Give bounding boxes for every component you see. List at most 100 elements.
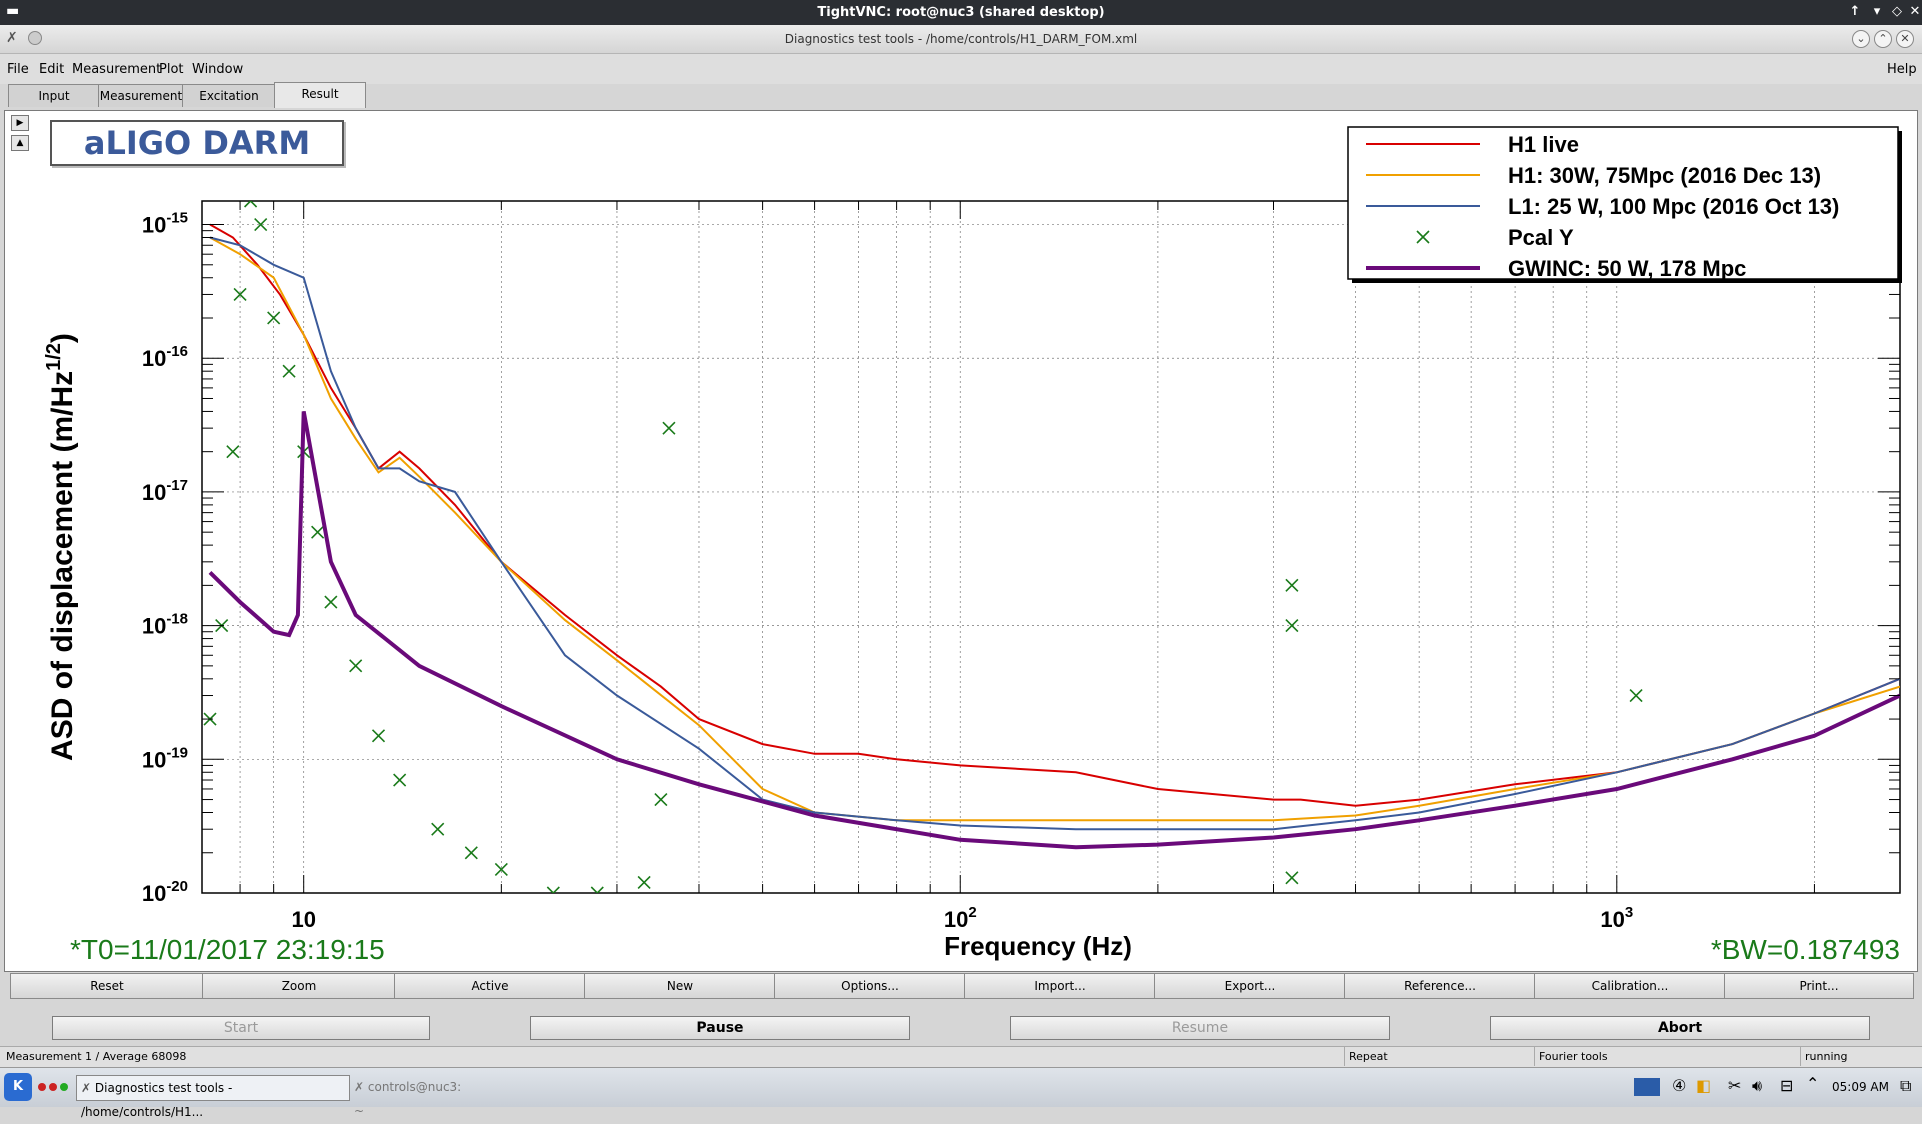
plot-grid xyxy=(201,201,1900,894)
desktop-pager-icon[interactable] xyxy=(1634,1078,1660,1096)
y-tick-label: 10-16 xyxy=(142,343,188,371)
menu-edit[interactable]: Edit xyxy=(39,62,64,77)
pcal-marker xyxy=(1285,871,1299,885)
y-tick-label: 10-20 xyxy=(142,878,188,906)
legend-label: Pcal Y xyxy=(1508,225,1574,250)
export-button[interactable]: Export... xyxy=(1154,973,1346,999)
red-dot-icon[interactable] xyxy=(38,1083,46,1091)
collapse-up-icon[interactable]: ▲ xyxy=(11,135,29,151)
pause-button[interactable]: Pause xyxy=(530,1016,910,1040)
taskbar-item-label: Diagnostics test tools - /home/controls/… xyxy=(81,1081,233,1119)
series-line-gwinc-50-w-178-mpc xyxy=(208,411,1900,850)
tools-icon: ✗ xyxy=(354,1080,365,1094)
pcal-marker xyxy=(393,773,407,787)
active-button[interactable]: Active xyxy=(394,973,586,999)
vnc-window-title: TightVNC: root@nuc3 (shared desktop) xyxy=(817,5,1105,20)
pcal-marker xyxy=(431,822,445,836)
plot-axes: 10 102 103 10-15 10-16 10-17 10-18 10-19 10-20 xyxy=(142,201,1900,932)
pcal-marker xyxy=(349,659,363,673)
series-line-h1-30w-75mpc-2016-dec-13 xyxy=(209,236,1900,822)
vnc-minimize-icon[interactable]: ▾ xyxy=(1868,3,1886,21)
chevron-up-icon[interactable]: ⌃ xyxy=(1806,1074,1819,1093)
scissors-icon[interactable]: ✂ xyxy=(1728,1076,1741,1095)
status-fourier: Fourier tools xyxy=(1534,1047,1608,1066)
pcal-marker xyxy=(254,217,268,232)
pcal-marker xyxy=(233,287,247,302)
x-tick-label: 102 xyxy=(944,904,977,932)
x-tick-label: 10 xyxy=(291,907,315,932)
plot-toolbar: Reset Zoom Active New Options... Import.… xyxy=(6,973,1916,999)
series-line-l1-25-w-100-mpc-2016-oct-13 xyxy=(209,236,1900,831)
pcal-marker xyxy=(494,862,508,877)
abort-button[interactable]: Abort xyxy=(1490,1016,1870,1040)
pcal-marker xyxy=(637,875,651,889)
volume-icon[interactable]: 🔊︎ xyxy=(1752,1076,1762,1096)
tools-icon: ✗ xyxy=(81,1081,92,1095)
updates-icon[interactable]: ④ xyxy=(1672,1076,1686,1095)
options-button[interactable]: Options... xyxy=(774,973,966,999)
reference-button[interactable]: Reference... xyxy=(1344,973,1536,999)
legend-label: L1: 25 W, 100 Mpc (2016 Oct 13) xyxy=(1508,194,1839,219)
menu-file[interactable]: File xyxy=(7,62,29,77)
import-button[interactable]: Import... xyxy=(964,973,1156,999)
clipboard-icon[interactable]: ◧ xyxy=(1696,1076,1711,1095)
desktop-icon[interactable]: ⧉ xyxy=(1900,1076,1911,1096)
tab-result[interactable]: Result xyxy=(274,82,366,108)
print-button[interactable]: Print... xyxy=(1724,973,1914,999)
vnc-close-icon[interactable]: ✕ xyxy=(1906,3,1922,21)
y-tick-label: 10-19 xyxy=(142,744,188,772)
tab-excitation[interactable]: Excitation xyxy=(182,84,276,107)
y-tick-label: 10-17 xyxy=(142,477,188,505)
close-icon[interactable]: ✕ xyxy=(1896,30,1914,48)
menu-measurement[interactable]: Measurement xyxy=(72,62,161,77)
pcal-marker xyxy=(1285,578,1299,592)
app-window-title: Diagnostics test tools - /home/controls/… xyxy=(784,32,1138,46)
series-line-h1-live xyxy=(209,223,1900,807)
plot-series xyxy=(203,201,1900,893)
status-repeat: Repeat xyxy=(1344,1047,1388,1066)
menu-help[interactable]: Help xyxy=(1887,62,1917,77)
pcal-marker xyxy=(311,525,325,539)
taskbar-item-terminal[interactable]: ✗ controls@nuc3: ~ xyxy=(354,1075,474,1118)
x-tick-label: 103 xyxy=(1600,904,1633,932)
expand-right-icon[interactable]: ▶ xyxy=(11,115,29,131)
pcal-marker xyxy=(1629,688,1643,703)
red-dot-icon[interactable] xyxy=(49,1083,57,1091)
bw-label: *BW=0.187493 xyxy=(1711,934,1900,965)
y-axis-label: ASD of displacement (m/Hz1/2) xyxy=(43,333,79,761)
x-axis-label: Frequency (Hz) xyxy=(944,931,1132,961)
zoom-button[interactable]: Zoom xyxy=(202,973,396,999)
vnc-title-bar: ▬ TightVNC: root@nuc3 (shared desktop) ↑… xyxy=(0,0,1922,25)
status-bar: Measurement 1 / Average 68098 Repeat Fou… xyxy=(0,1046,1922,1067)
green-dot-icon[interactable] xyxy=(60,1083,68,1091)
pcal-marker xyxy=(371,729,386,743)
tab-input[interactable]: Input xyxy=(8,84,100,107)
darm-spectrum-plot[interactable]: 10 102 103 10-15 10-16 10-17 10-18 10-19 10-20 A… xyxy=(30,115,1910,965)
pcal-marker xyxy=(282,364,296,378)
calibration-button[interactable]: Calibration... xyxy=(1534,973,1726,999)
legend-label: H1 live xyxy=(1508,132,1579,157)
legend-label: H1: 30W, 75Mpc (2016 Dec 13) xyxy=(1508,163,1821,188)
plot-frame xyxy=(201,200,1901,894)
t0-label: *T0=11/01/2017 23:19:15 xyxy=(70,934,385,965)
app-title-bar: ✗ Diagnostics test tools - /home/control… xyxy=(0,25,1922,54)
menu-window[interactable]: Window xyxy=(192,62,243,77)
new-button[interactable]: New xyxy=(584,973,776,999)
resume-button[interactable]: Resume xyxy=(1010,1016,1390,1040)
network-icon[interactable]: ⊟ xyxy=(1780,1076,1793,1095)
legend-label: GWINC: 50 W, 178 Mpc xyxy=(1508,256,1746,281)
status-state: running xyxy=(1800,1047,1847,1066)
vnc-pin-icon[interactable]: ↑ xyxy=(1846,3,1864,21)
tab-measurement[interactable]: Measurement xyxy=(98,84,184,107)
maximize-icon[interactable]: ⌃ xyxy=(1874,30,1892,48)
vnc-maximize-icon[interactable]: ◇ xyxy=(1888,3,1906,21)
pcal-marker xyxy=(654,792,668,807)
menu-plot[interactable]: Plot xyxy=(159,62,184,77)
minimize-icon[interactable]: ⌄ xyxy=(1852,30,1870,48)
pcal-marker xyxy=(324,595,338,609)
kde-launcher-icon[interactable]: K xyxy=(4,1073,32,1101)
pcal-marker xyxy=(226,445,240,459)
reset-button[interactable]: Reset xyxy=(10,973,204,999)
start-button[interactable]: Start xyxy=(52,1016,430,1040)
taskbar-item-diagnostics[interactable]: ✗ Diagnostics test tools - /home/control… xyxy=(76,1075,350,1119)
